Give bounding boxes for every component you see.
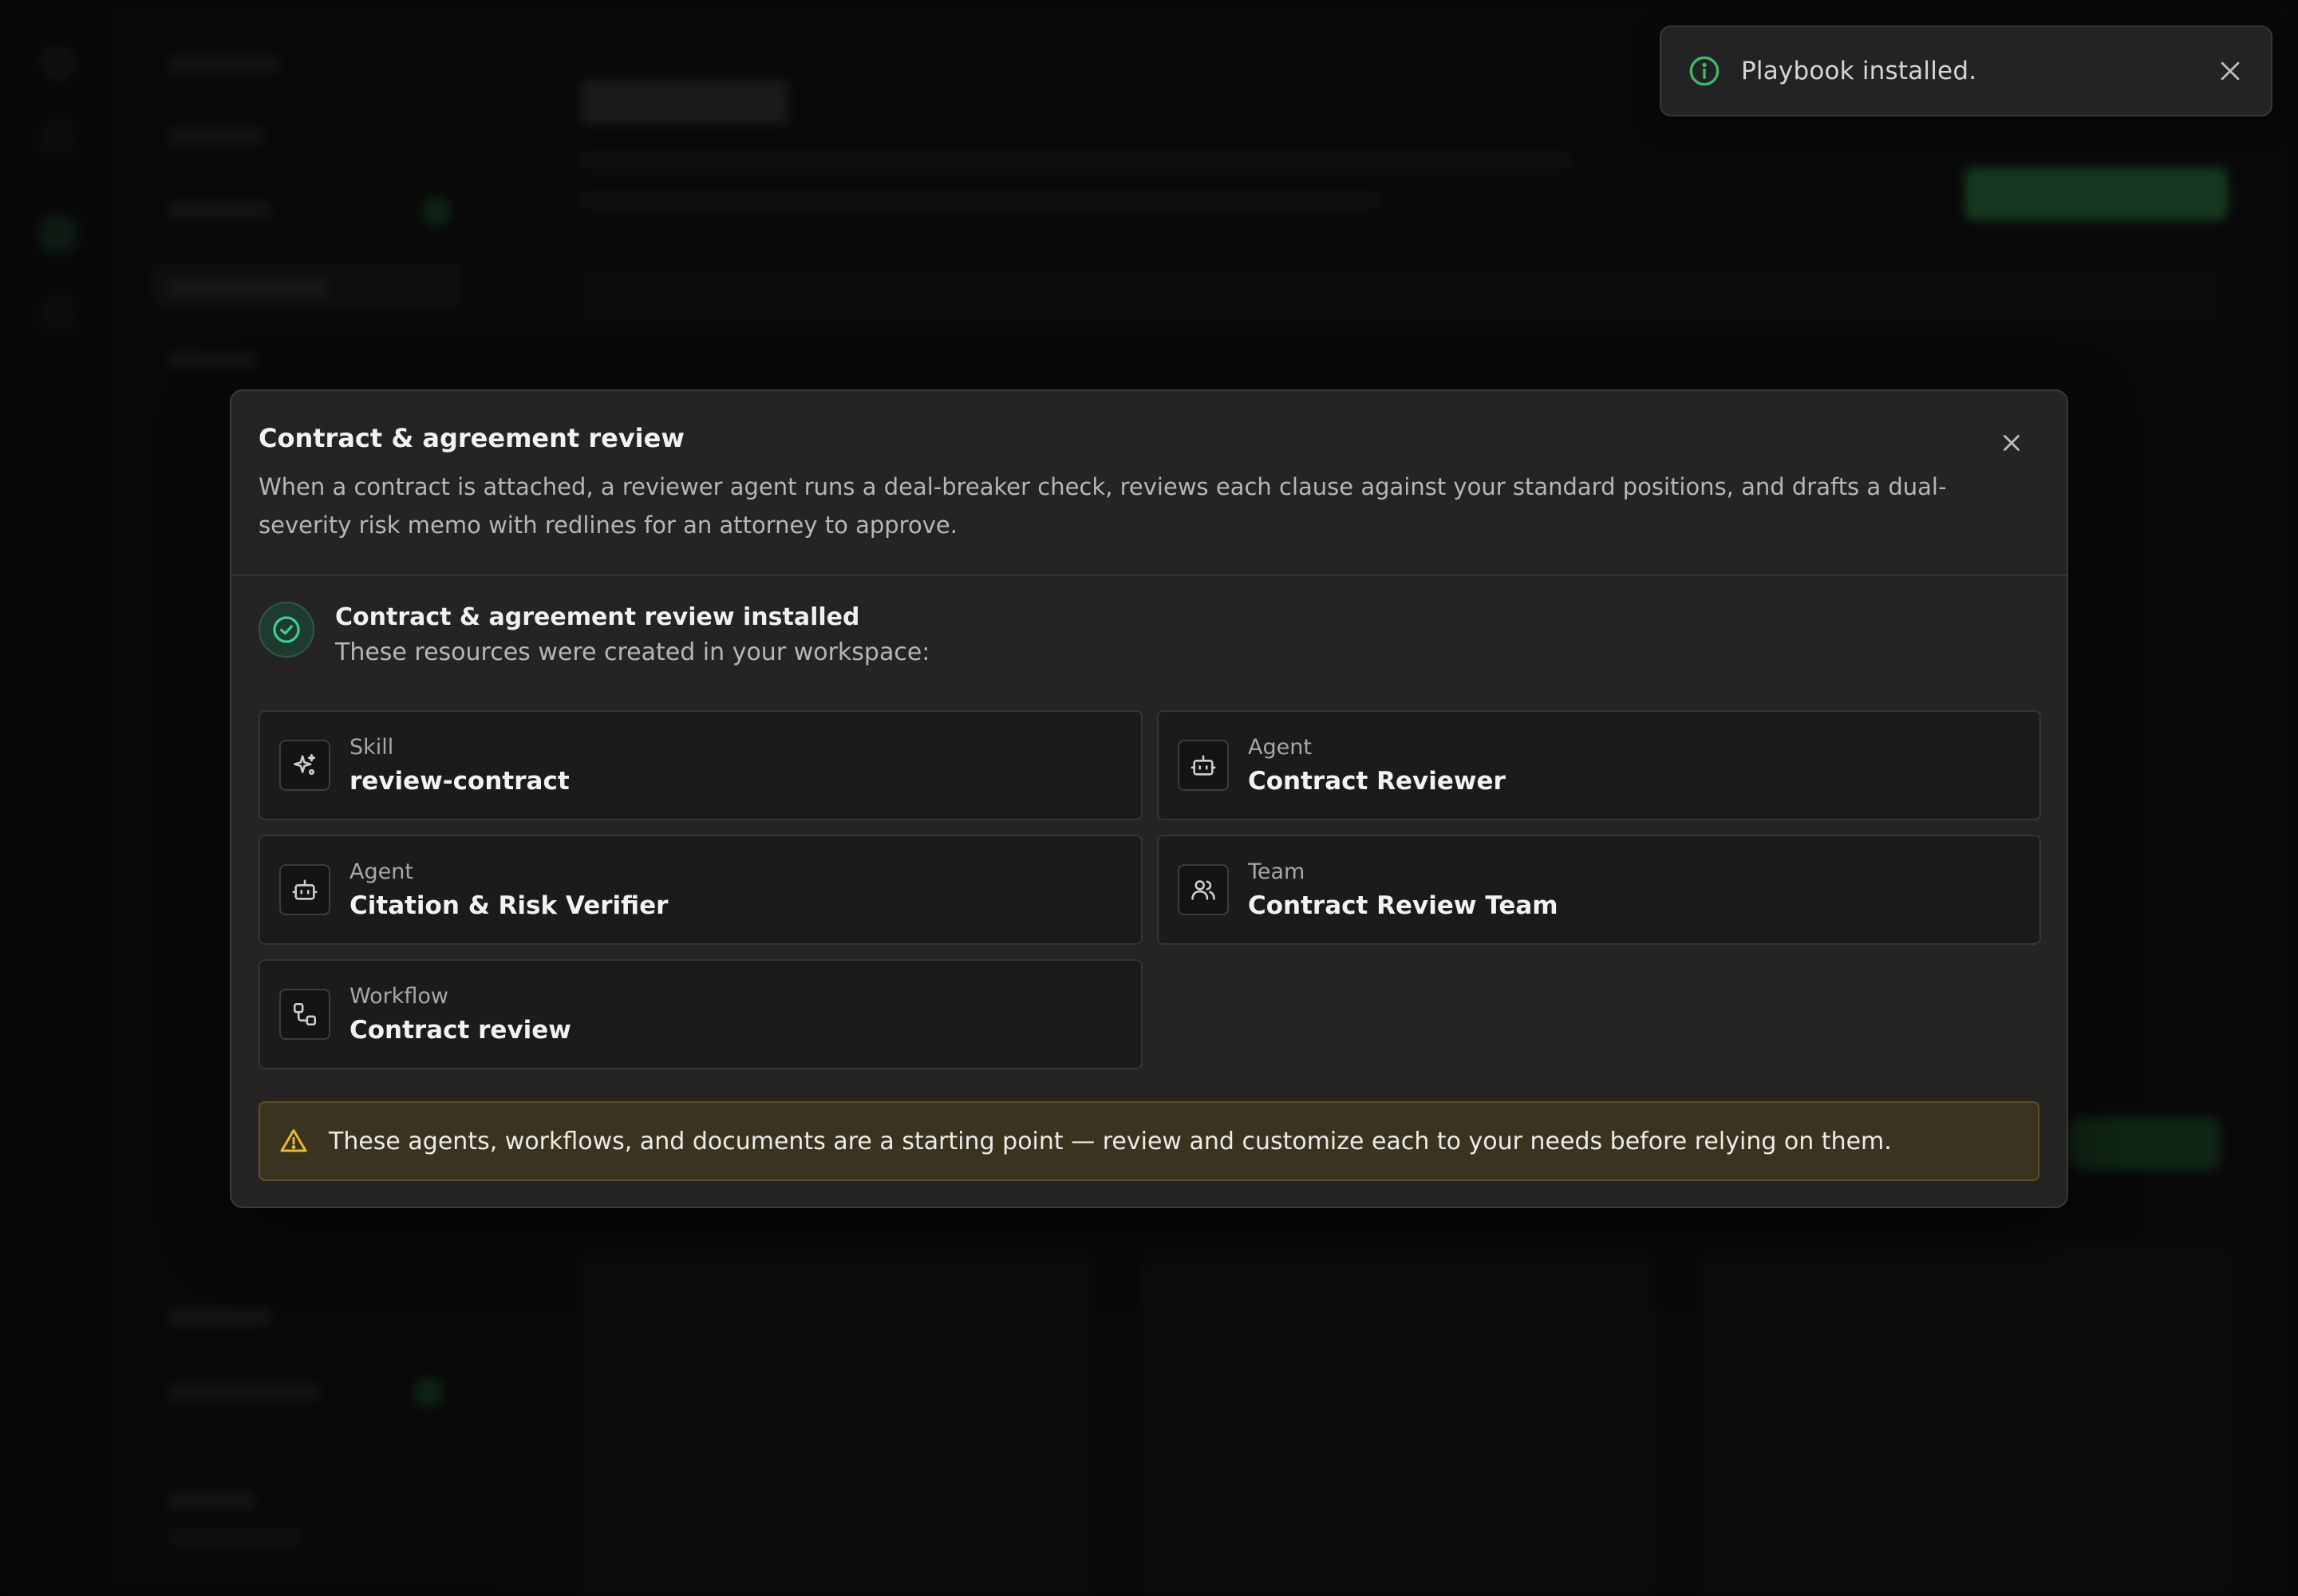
resource-card-agent-contract-reviewer[interactable]: Agent Contract Reviewer: [1157, 710, 2041, 820]
resource-icon-box: [279, 864, 330, 915]
success-subtitle: These resources were created in your wor…: [335, 638, 930, 666]
resource-name: Contract Reviewer: [1248, 767, 1506, 796]
toast-notification: Playbook installed.: [1660, 26, 2272, 117]
modal-title: Contract & agreement review: [259, 423, 685, 453]
resource-card-skill[interactable]: Skill review-contract: [259, 710, 1143, 820]
users-icon: [1191, 880, 1215, 900]
resource-icon-box: [1178, 740, 1229, 791]
warning-callout: These agents, workflows, and documents a…: [259, 1101, 2039, 1181]
resource-icon-box: [279, 989, 330, 1040]
resource-text: Agent Citation & Risk Verifier: [349, 856, 668, 923]
resource-kind: Skill: [349, 735, 394, 760]
resource-text: Workflow Contract review: [349, 981, 571, 1048]
toast-close-icon[interactable]: [2217, 57, 2244, 85]
robot-icon: [1190, 755, 1216, 776]
modal-close-icon[interactable]: [1998, 429, 2025, 456]
resource-grid: Skill review-contract Agent Contract Rev…: [259, 710, 2041, 1069]
check-circle-icon: [273, 616, 300, 643]
install-success: Contract & agreement review installed Th…: [259, 602, 2039, 694]
modal-header: Contract & agreement review When a contr…: [231, 391, 2067, 576]
resource-icon-box: [279, 740, 330, 791]
resource-name: Contract Review Team: [1248, 891, 1558, 920]
sparkle-icon: [293, 753, 316, 776]
workflow-icon: [293, 1002, 317, 1026]
install-modal: Contract & agreement review When a contr…: [230, 389, 2068, 1208]
resource-text: Agent Contract Reviewer: [1248, 732, 1506, 799]
resource-kind: Team: [1248, 859, 1305, 884]
resource-name: Contract review: [349, 1016, 571, 1045]
resource-icon-box: [1178, 864, 1229, 915]
resource-name: Citation & Risk Verifier: [349, 891, 669, 920]
success-badge: [259, 602, 314, 658]
resource-text: Skill review-contract: [349, 732, 570, 799]
resource-name: review-contract: [349, 767, 570, 796]
success-title: Contract & agreement review installed: [335, 603, 860, 631]
info-icon: [1689, 56, 1720, 86]
success-text: Contract & agreement review installed Th…: [335, 602, 930, 672]
toast-message: Playbook installed.: [1741, 57, 1977, 85]
resource-kind: Agent: [349, 859, 413, 884]
warning-text: These agents, workflows, and documents a…: [329, 1127, 1892, 1156]
resource-text: Team Contract Review Team: [1248, 856, 1558, 923]
warning-triangle-icon: [280, 1129, 307, 1152]
resource-card-workflow[interactable]: Workflow Contract review: [259, 959, 1143, 1069]
robot-icon: [292, 879, 318, 900]
resource-kind: Agent: [1248, 735, 1312, 760]
modal-description: When a contract is attached, a reviewer …: [259, 473, 1947, 539]
resource-card-team[interactable]: Team Contract Review Team: [1157, 835, 2041, 945]
modal-body: Contract & agreement review installed Th…: [231, 576, 2067, 1181]
resource-card-agent-citation-verifier[interactable]: Agent Citation & Risk Verifier: [259, 835, 1143, 945]
resource-kind: Workflow: [349, 984, 448, 1009]
